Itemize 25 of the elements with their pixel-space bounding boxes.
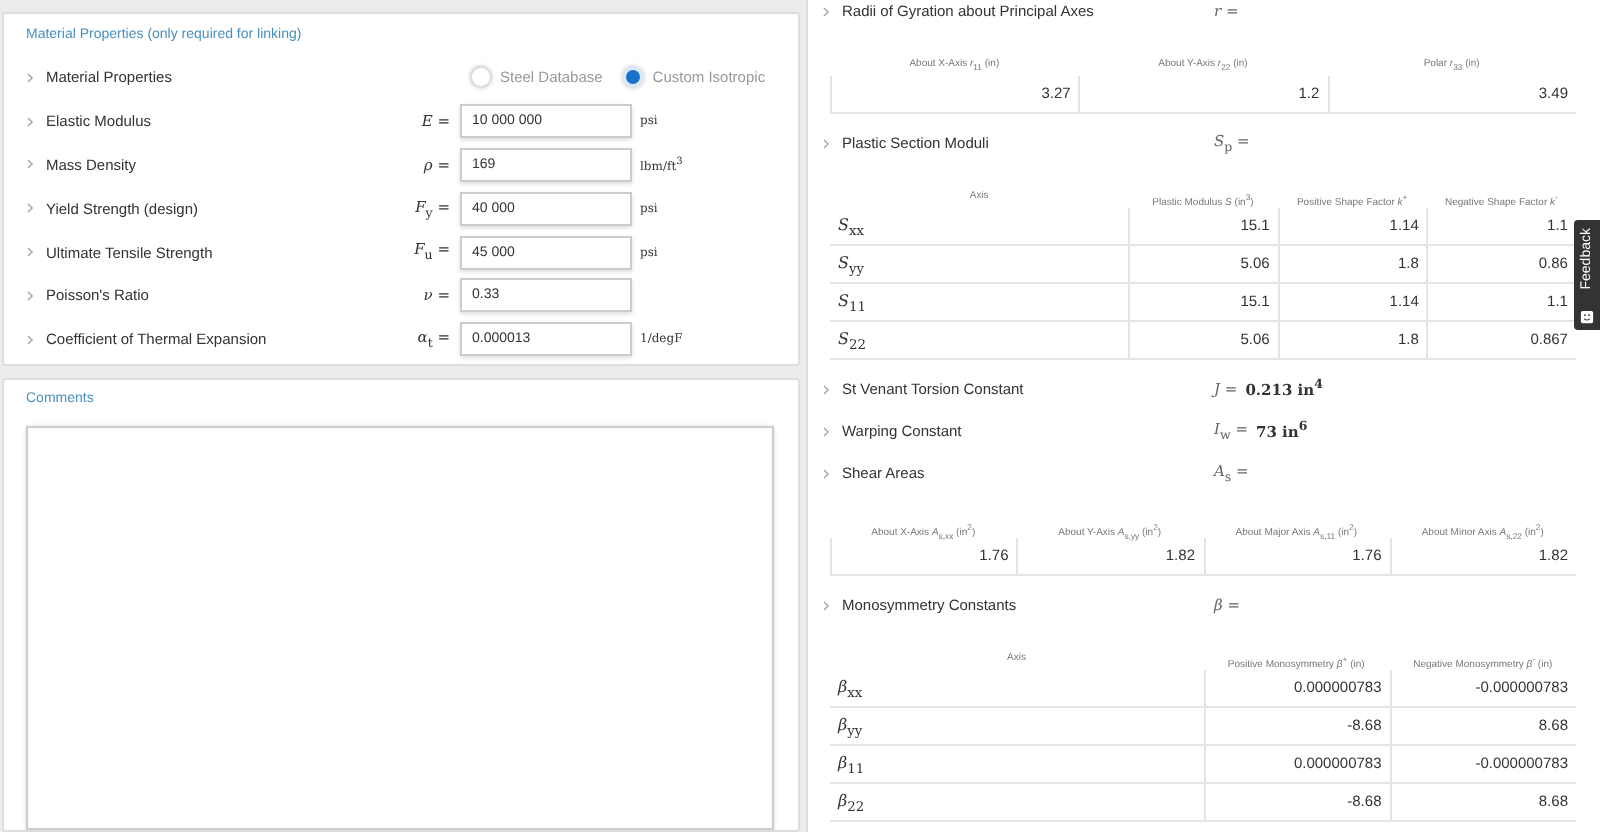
table-cell: S$_{22}$ [830, 322, 1129, 360]
smiley-icon [1580, 310, 1594, 324]
chevron-icon[interactable] [822, 5, 830, 17]
chevron-icon[interactable] [26, 333, 34, 346]
radio-button[interactable] [470, 66, 492, 89]
chevron-icon[interactable] [26, 115, 34, 128]
table-cell: β$_{xx}$ [830, 670, 1203, 708]
table-cell: β$_{11}$ [830, 746, 1203, 784]
chevron-icon[interactable] [26, 202, 34, 215]
table-cell: S$_{xx}$ [830, 208, 1129, 246]
chevron-icon[interactable] [26, 158, 34, 171]
radio-button[interactable] [622, 66, 645, 89]
chevron-icon[interactable] [822, 383, 830, 395]
table-cell: β$_{22}$ [830, 784, 1203, 822]
chevron-icon[interactable] [822, 425, 830, 437]
table-cell: S$_{11}$ [830, 284, 1129, 322]
chevron-icon[interactable] [822, 137, 830, 149]
chevron-icon[interactable] [26, 71, 34, 84]
table-cell: S$_{yy}$ [830, 246, 1129, 284]
chevron-icon[interactable] [26, 246, 34, 259]
chevron-icon[interactable] [822, 599, 830, 611]
chevron-icon[interactable] [26, 289, 34, 302]
table-cell: β$_{yy}$ [830, 708, 1203, 746]
chevron-icon[interactable] [822, 467, 830, 479]
comments-field[interactable] [26, 426, 774, 830]
